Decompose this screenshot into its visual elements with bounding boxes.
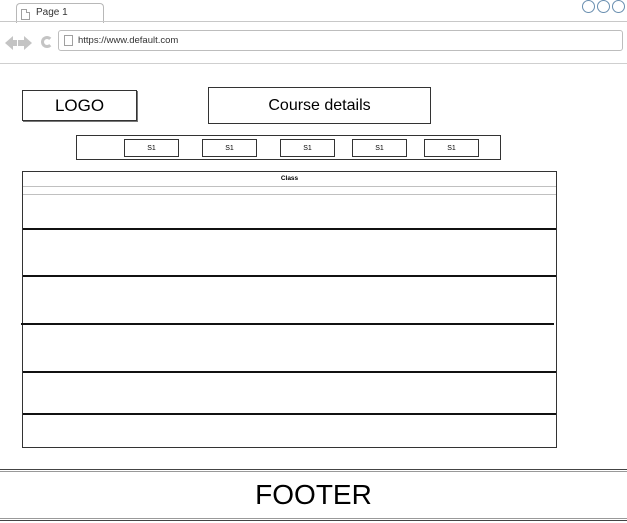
class-table: Class <box>21 171 557 448</box>
refresh-icon[interactable] <box>41 36 53 48</box>
window-controls <box>582 0 625 13</box>
footer-top-edge <box>0 469 627 472</box>
footer-bottom-edge <box>0 518 627 521</box>
subnav-tab-5[interactable]: S1 <box>424 139 479 157</box>
back-arrow-icon[interactable] <box>5 36 17 50</box>
maximize-circle-icon[interactable] <box>597 0 610 13</box>
page-icon <box>21 9 30 20</box>
page-icon <box>64 35 73 46</box>
forward-arrow-icon[interactable] <box>18 36 32 50</box>
page-title-text: Course details <box>268 96 371 114</box>
tab-label: Page 1 <box>36 7 68 18</box>
browser-chrome-divider <box>0 63 627 64</box>
close-circle-icon[interactable] <box>612 0 625 13</box>
subnav-tabs: S1 S1 S1 S1 S1 <box>76 135 501 160</box>
address-bar[interactable]: https://www.default.com <box>58 30 623 51</box>
logo[interactable]: LOGO <box>22 90 137 121</box>
footer: FOOTER <box>0 469 627 523</box>
table-row[interactable] <box>23 277 556 323</box>
browser-nav-bar: https://www.default.com <box>0 22 627 62</box>
table-row[interactable] <box>23 373 556 413</box>
table-header-divider <box>23 186 556 187</box>
subnav-tab-3[interactable]: S1 <box>280 139 335 157</box>
url-text[interactable]: https://www.default.com <box>78 35 178 46</box>
subnav-tab-2[interactable]: S1 <box>202 139 257 157</box>
minimize-circle-icon[interactable] <box>582 0 595 13</box>
logo-text: LOGO <box>54 95 105 115</box>
table-row[interactable] <box>23 415 556 448</box>
subnav-tab-1[interactable]: S1 <box>124 139 179 157</box>
page-title: Course details <box>208 87 431 124</box>
footer-text: FOOTER <box>255 479 372 510</box>
table-row[interactable] <box>23 230 556 275</box>
table-row[interactable] <box>23 325 556 371</box>
class-table-title: Class <box>280 175 299 182</box>
browser-tab-bar: Page 1 <box>0 0 627 23</box>
browser-tab[interactable]: Page 1 <box>16 3 104 23</box>
table-row[interactable] <box>23 195 556 228</box>
subnav-tab-4[interactable]: S1 <box>352 139 407 157</box>
